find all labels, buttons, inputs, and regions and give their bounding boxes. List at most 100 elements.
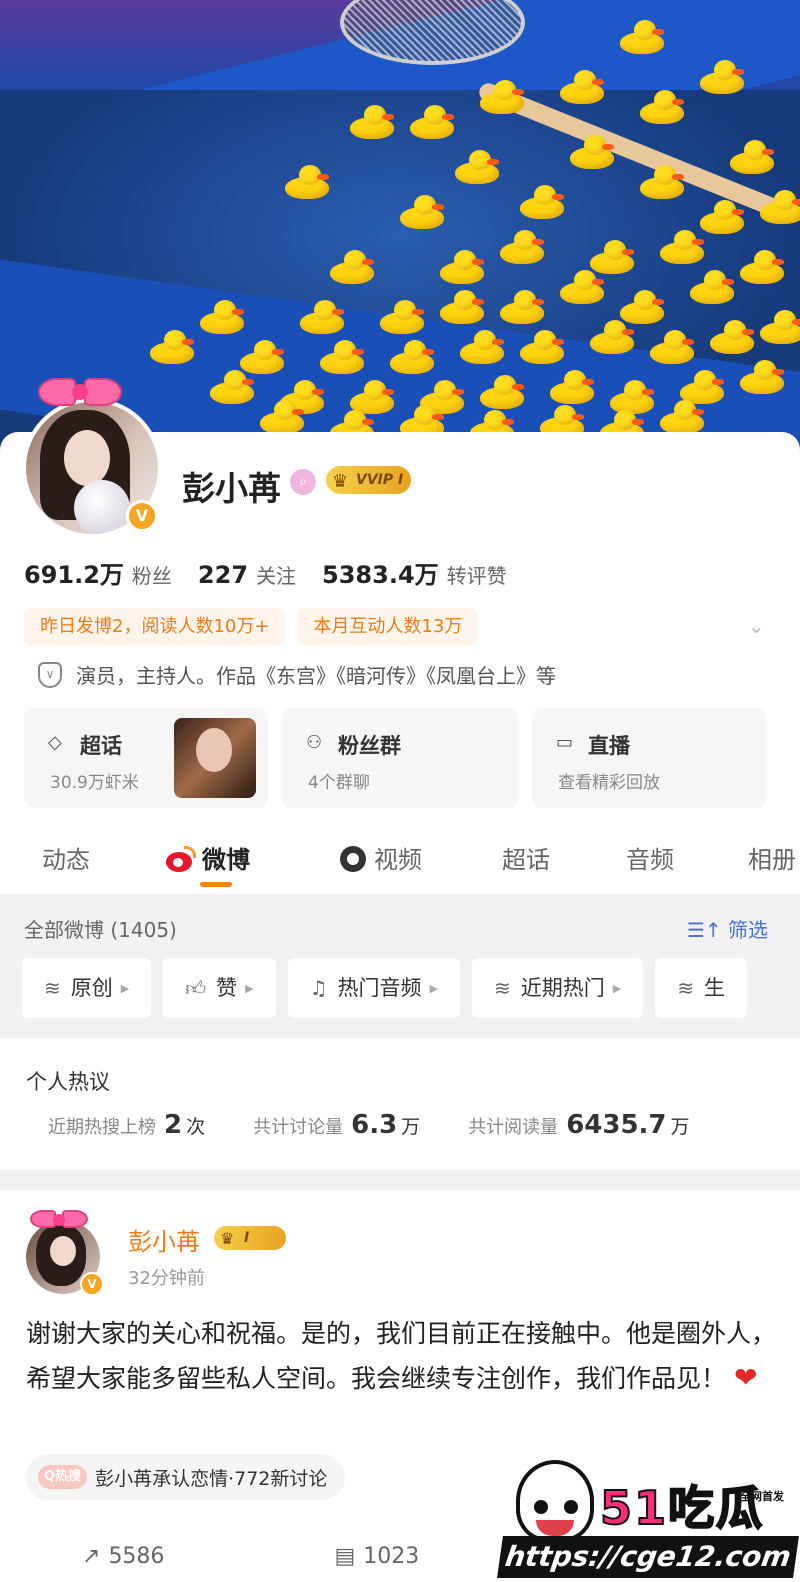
topic-text: 彭小苒承认恋情·772新讨论 (95, 1467, 328, 1490)
hot-stat-trending: 近期热搜上榜 2 次 (48, 1110, 205, 1140)
rubber-duck (640, 165, 684, 199)
crown-icon: ♛ (220, 1229, 235, 1248)
vip-label: VVIP I (356, 472, 404, 488)
rubber-duck (650, 330, 694, 364)
rubber-duck (640, 90, 684, 124)
rubber-duck (380, 300, 424, 334)
tile-live[interactable]: ▭ 直播 查看精彩回放 (532, 708, 766, 808)
mascot-icon (516, 1460, 594, 1542)
chevron-down-icon[interactable]: ⌄ (748, 614, 765, 638)
layers-icon: ≋ (44, 976, 61, 1000)
tile-super-topic[interactable]: ◇ 超话 30.9万虾米 (24, 708, 268, 808)
post-author[interactable]: 彭小苒 (128, 1222, 200, 1257)
rubber-duck (740, 360, 784, 394)
rubber-duck (620, 290, 664, 324)
comment-button[interactable]: ▤ 1023 (334, 1544, 419, 1569)
tab-weibo[interactable]: 微博 (166, 840, 250, 875)
rubber-duck (350, 105, 394, 139)
chip-label: 近期热门 (520, 976, 605, 1000)
video-icon (340, 846, 366, 872)
stat-followers[interactable]: 691.2万 粉丝 (24, 555, 172, 590)
tab-label: 微博 (202, 846, 250, 874)
triangle-right-icon: ▶ (612, 982, 622, 995)
tab-super-topic[interactable]: 超话 (502, 840, 550, 875)
repost-button[interactable]: ↗ 5586 (82, 1544, 164, 1569)
stat-label: 粉丝 (131, 564, 172, 588)
watermark-url: https://cge12.com (497, 1536, 799, 1578)
triangle-right-icon: ▶ (245, 982, 254, 995)
chip-recent-hot[interactable]: ≋ 近期热门 ▶ (472, 958, 644, 1018)
tile-subtitle: 4个群聊 (308, 773, 370, 793)
rubber-duck (760, 310, 800, 344)
personal-hot-topics[interactable]: 个人热议 近期热搜上榜 2 次 共计讨论量 6.3 万 共计阅读量 6435.7 万 (0, 1040, 800, 1170)
vip-label: I (244, 1230, 250, 1246)
stat-label: 关注 (256, 564, 297, 588)
metric-pill-posts[interactable]: 昨日发博2，阅读人数10万+ (24, 608, 286, 646)
chip-more[interactable]: ≋ 生 (655, 958, 748, 1018)
verified-badge: V (80, 1272, 104, 1296)
shield-icon: ∨ (38, 661, 62, 688)
chip-hot-audio[interactable]: ♫ 热门音频 ▶ (287, 958, 461, 1018)
hot-stat-reads: 共计阅读量 6435.7 万 (468, 1110, 689, 1140)
post-body[interactable]: 谢谢大家的关心和祝福。是的，我们目前正在接触中。他是圈外人，希望大家能多留些私人… (26, 1312, 776, 1401)
metric-pill-interactions[interactable]: 本月互动人数13万 (297, 608, 479, 646)
rubber-duck (520, 330, 564, 364)
tab-album[interactable]: 相册 (748, 840, 796, 875)
rubber-duck (480, 80, 524, 114)
watermark-brand: 51吃瓜 (599, 1480, 765, 1536)
feature-tiles: ◇ 超话 30.9万虾米 ⚇ 粉丝群 4个群聊 ▭ 直播 查看精彩回放 (24, 708, 766, 808)
bow-decoration-icon (38, 372, 128, 412)
rubber-duck (210, 370, 254, 404)
stat-value: 5383.4万 (322, 561, 439, 589)
tile-subtitle: 查看精彩回放 (558, 773, 660, 793)
rubber-duck (390, 340, 434, 374)
hot-stat-discussions: 共计讨论量 6.3 万 (253, 1110, 420, 1140)
chip-liked[interactable]: 👍︎ 赞 ▶ (163, 958, 276, 1018)
group-icon: ⚇ (306, 732, 323, 753)
triangle-right-icon: ▶ (429, 982, 439, 995)
share-icon: ↗ (82, 1544, 101, 1569)
rubber-duck (260, 400, 304, 434)
rubber-duck (570, 135, 614, 169)
rubber-duck (150, 330, 194, 364)
vip-badge[interactable]: ♛ I (214, 1226, 286, 1250)
active-tab-indicator (200, 882, 232, 887)
tile-fan-group[interactable]: ⚇ 粉丝群 4个群聊 (282, 708, 518, 808)
filter-chips: ≋ 原创 ▶ 👍︎ 赞 ▶ ♫ 热门音频 ▶ ≋ 近期热门 ▶ ≋ 生 (22, 958, 748, 1018)
stat-value: 691.2万 (24, 561, 124, 589)
comment-count: 1023 (363, 1544, 420, 1569)
tab-feed[interactable]: 动态 (42, 840, 90, 875)
tab-audio[interactable]: 音频 (626, 840, 674, 875)
rubber-duck (590, 240, 634, 274)
stat-following[interactable]: 227 关注 (198, 560, 296, 589)
filter-icon: ☰↑ (686, 918, 722, 942)
activity-metrics: 昨日发博2，阅读人数10万+ 本月互动人数13万 (24, 608, 479, 646)
filter-button[interactable]: ☰↑ 筛选 (687, 914, 768, 943)
rubber-duck (700, 200, 744, 234)
layers-icon: ≋ (494, 976, 511, 1000)
chip-original[interactable]: ≋ 原创 ▶ (22, 958, 152, 1018)
rubber-duck (520, 185, 564, 219)
chip-label: 原创 (70, 976, 113, 1000)
rubber-duck (350, 380, 394, 414)
vip-badge[interactable]: ♛ VVIP I (326, 466, 412, 494)
profile-bio: ∨ 演员，主持人。作品《东宫》《暗河传》《凤凰台上》等 (38, 660, 556, 689)
hot-label: 近期热搜上榜 (48, 1117, 156, 1138)
hot-topic-link[interactable]: Q热搜 彭小苒承认恋情·772新讨论 (26, 1454, 346, 1500)
rubber-duck (760, 190, 800, 224)
rubber-duck (610, 380, 654, 414)
rubber-duck (200, 300, 244, 334)
rubber-duck (320, 340, 364, 374)
hot-stats-row: 近期热搜上榜 2 次 共计讨论量 6.3 万 共计阅读量 6435.7 万 (48, 1110, 690, 1140)
stat-engagement[interactable]: 5383.4万 转评赞 (322, 555, 507, 590)
verified-search-icon[interactable]: ⌕ (290, 469, 316, 495)
bio-text: 演员，主持人。作品《东宫》《暗河传》《凤凰台上》等 (76, 664, 556, 688)
rubber-duck (700, 60, 744, 94)
hot-unit: 次 (186, 1116, 206, 1138)
verified-badge: V (126, 500, 158, 532)
rubber-duck (480, 375, 524, 409)
rubber-duck (410, 105, 454, 139)
tab-video[interactable]: 视频 (340, 840, 422, 875)
layers-icon: ≋ (677, 976, 695, 1000)
bow-decoration-icon (30, 1206, 90, 1232)
